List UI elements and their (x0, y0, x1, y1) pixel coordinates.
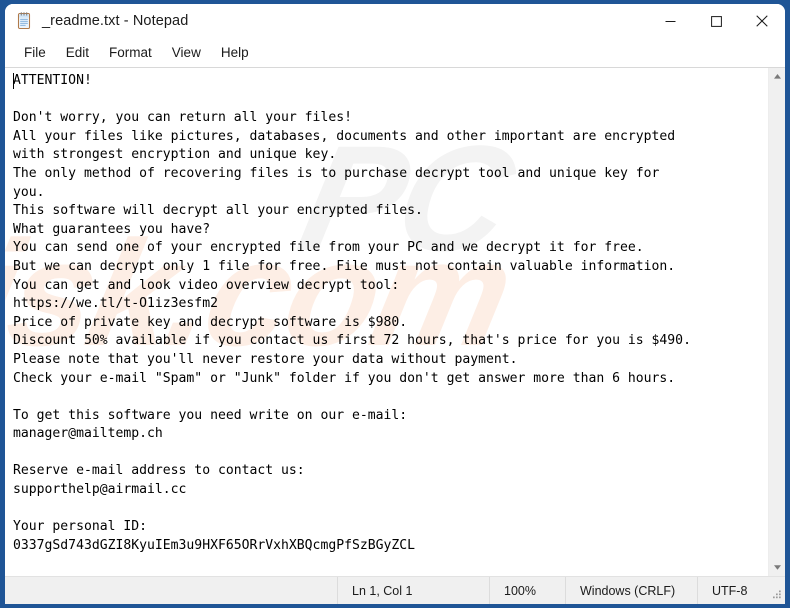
maximize-button[interactable] (693, 4, 739, 38)
resize-grip-icon[interactable] (770, 589, 782, 601)
menu-item-help[interactable]: Help (211, 42, 259, 64)
menu-item-edit[interactable]: Edit (56, 42, 99, 64)
notepad-icon (16, 12, 33, 30)
scroll-up-button[interactable] (769, 68, 786, 85)
window-title: _readme.txt - Notepad (42, 13, 189, 29)
text-editor-area[interactable]: ATTENTION! Don't worry, you can return a… (5, 68, 768, 576)
minimize-button[interactable] (647, 4, 693, 38)
editor-region: PC isk.com ATTENTION! Don't worry, you c… (5, 67, 785, 576)
menu-item-file[interactable]: File (14, 42, 56, 64)
maximize-icon (710, 15, 722, 27)
scroll-up-icon (773, 74, 781, 79)
status-bar: Ln 1, Col 1 100% Windows (CRLF) UTF-8 (5, 576, 785, 604)
status-zoom-level[interactable]: 100% (489, 576, 565, 604)
menu-item-view[interactable]: View (162, 42, 211, 64)
minimize-icon (665, 20, 675, 22)
scroll-down-icon (773, 565, 781, 570)
notepad-window: _readme.txt - Notepad File Edit Format V… (5, 4, 785, 604)
close-button[interactable] (739, 4, 785, 38)
text-caret (13, 73, 14, 89)
title-bar[interactable]: _readme.txt - Notepad (5, 4, 785, 38)
window-controls (647, 4, 785, 38)
desktop-background: _readme.txt - Notepad File Edit Format V… (0, 0, 790, 608)
status-line-ending[interactable]: Windows (CRLF) (565, 576, 697, 604)
menu-bar: File Edit Format View Help (5, 38, 785, 67)
status-cursor-position[interactable]: Ln 1, Col 1 (337, 576, 489, 604)
scroll-down-button[interactable] (769, 559, 786, 576)
vertical-scrollbar[interactable] (768, 68, 785, 576)
close-icon (756, 15, 768, 27)
menu-item-format[interactable]: Format (99, 42, 162, 64)
